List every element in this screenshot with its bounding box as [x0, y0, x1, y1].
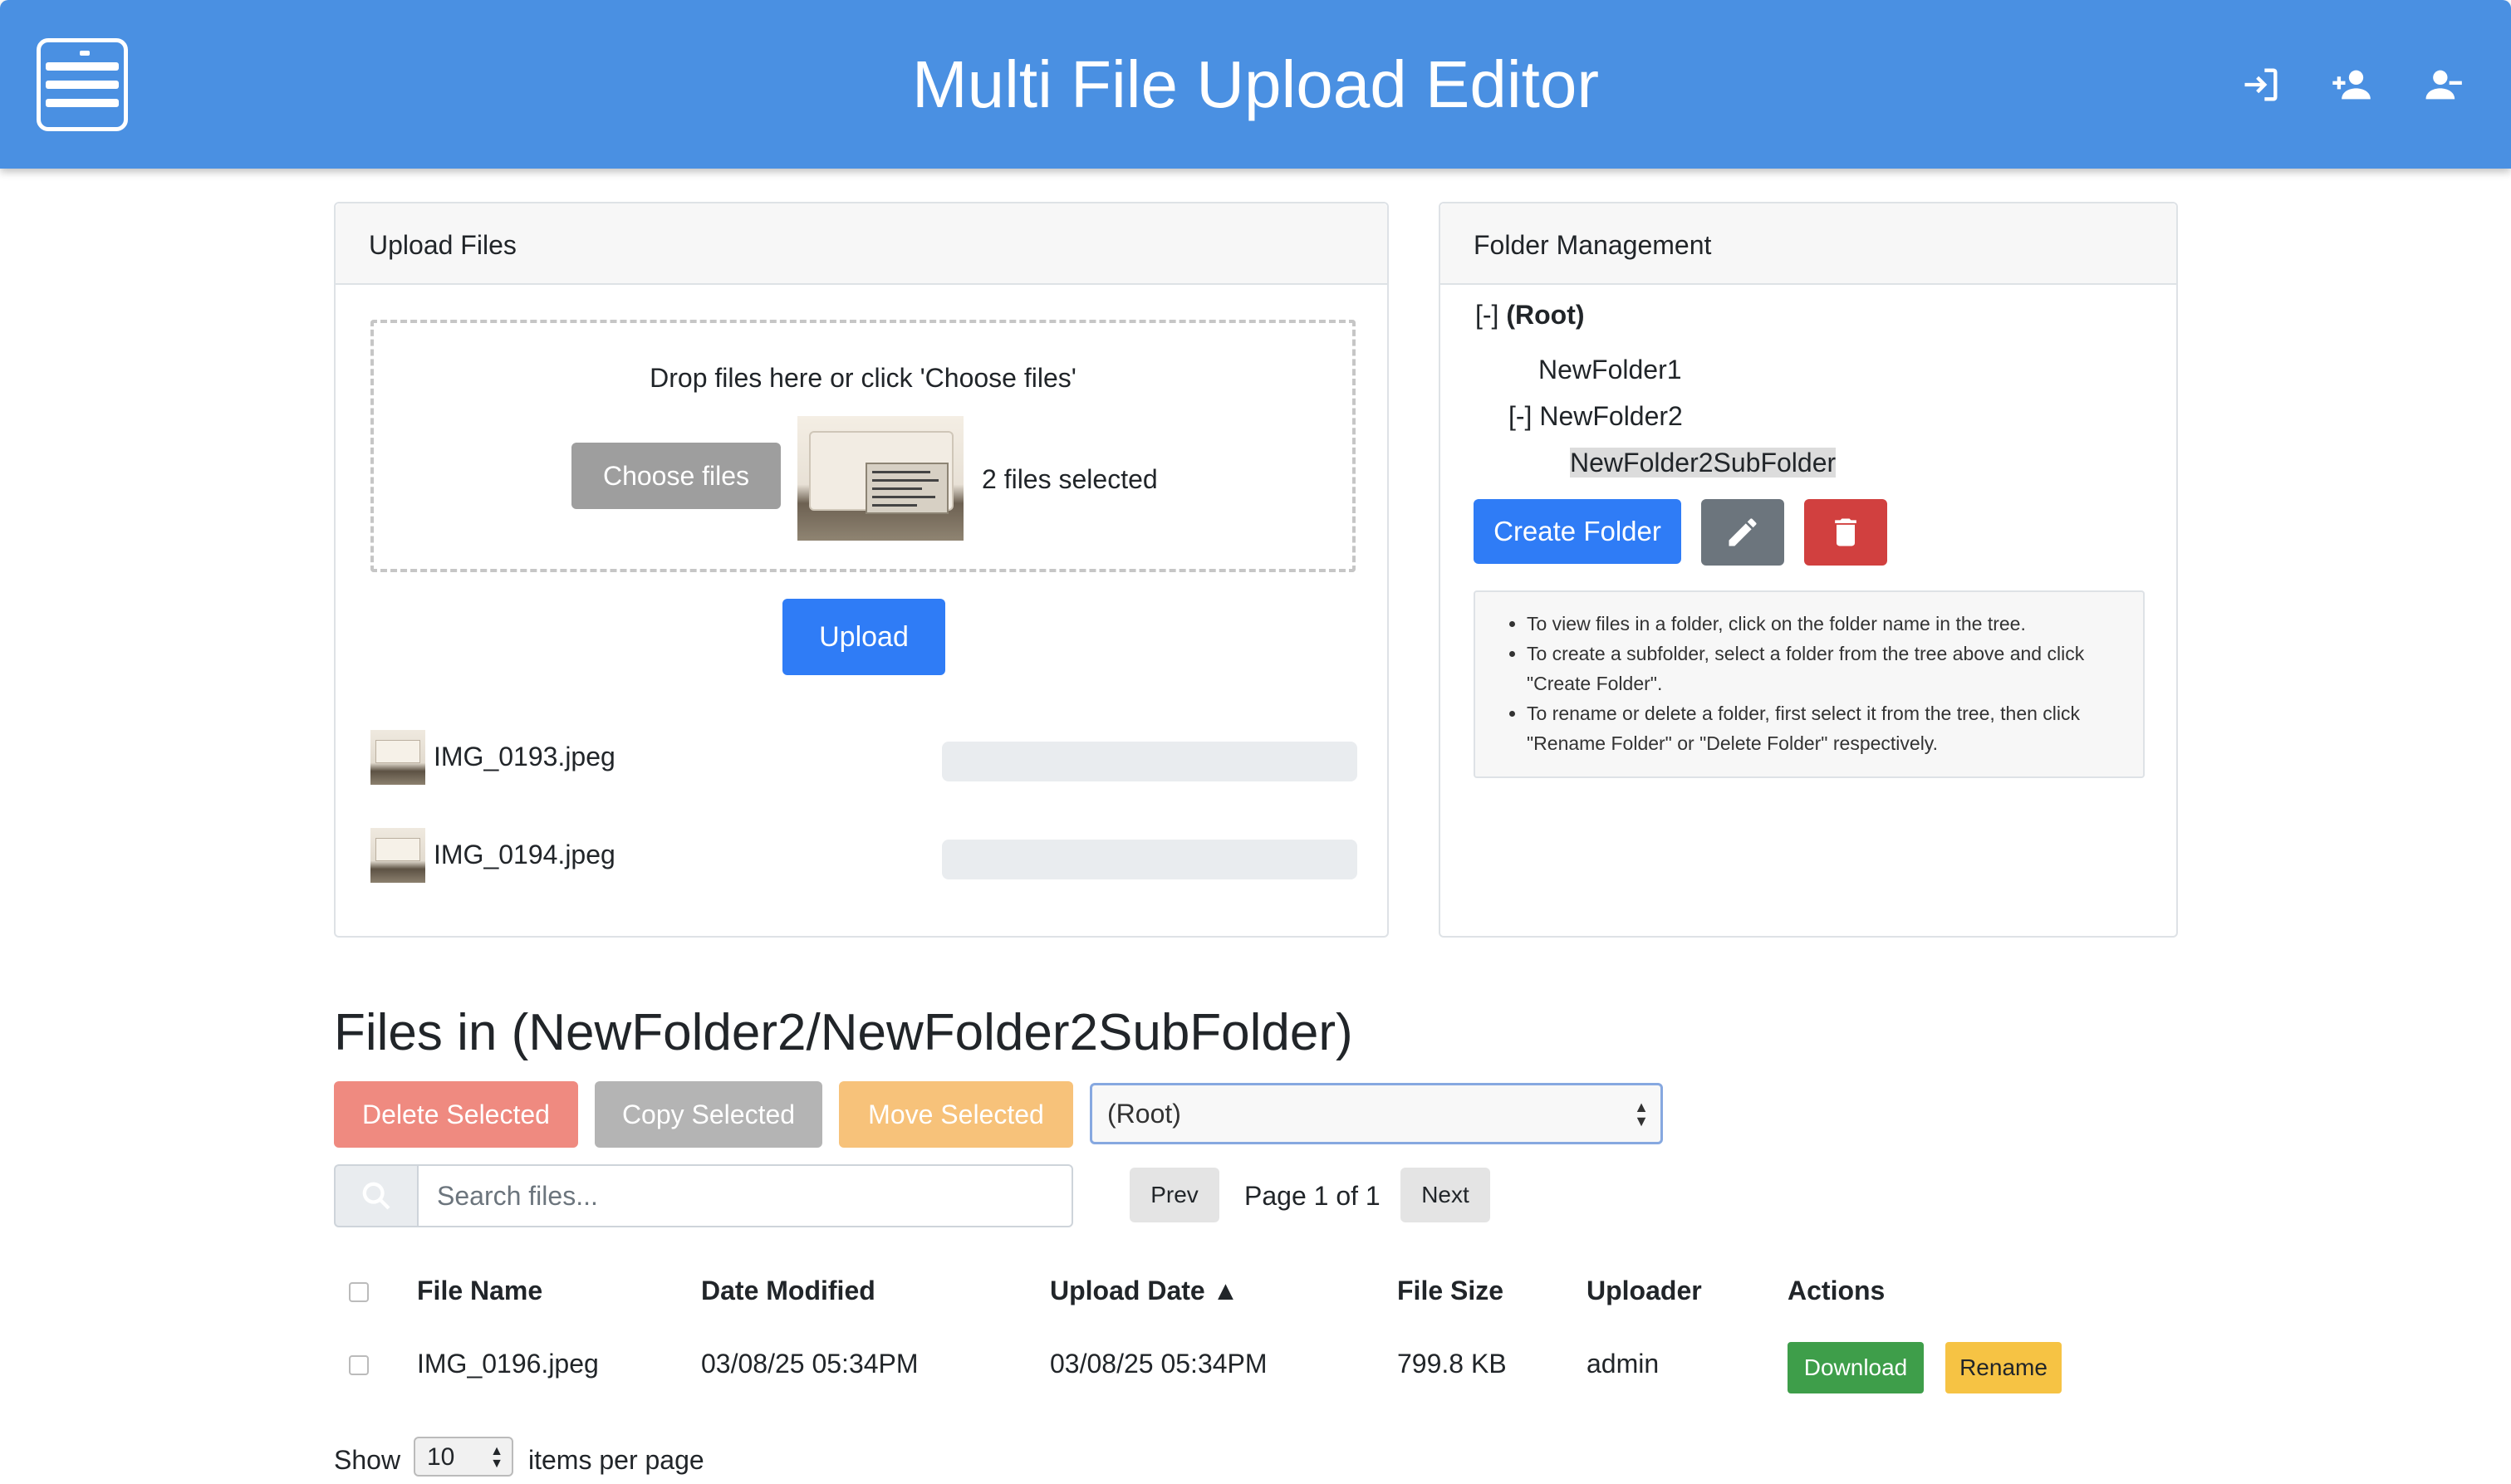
cell-file-size: 799.8 KB	[1397, 1349, 1507, 1379]
delete-selected-button[interactable]: Delete Selected	[334, 1081, 578, 1148]
per-page-select[interactable]: 10 ▲ ▼	[414, 1437, 513, 1477]
delete-folder-button[interactable]	[1804, 499, 1887, 566]
tree-toggle[interactable]: [-]	[1508, 401, 1532, 431]
tree-item-newfolder2subfolder[interactable]: NewFolder2SubFolder	[1570, 448, 1837, 478]
tree-item-newfolder1[interactable]: NewFolder1	[1538, 355, 1682, 385]
app-header: Multi File Upload Editor	[0, 0, 2511, 169]
rename-file-button[interactable]: Rename	[1945, 1342, 2062, 1393]
upload-file-name: IMG_0193.jpeg	[434, 742, 615, 771]
show-label: Show	[334, 1445, 401, 1475]
per-page-value: 10	[427, 1443, 455, 1471]
select-arrows-icon: ▲ ▼	[1634, 1099, 1649, 1129]
download-button[interactable]: Download	[1788, 1342, 1924, 1393]
rename-folder-button[interactable]	[1701, 499, 1784, 566]
column-header-actions: Actions	[1788, 1276, 1886, 1305]
search-input[interactable]	[417, 1164, 1073, 1227]
move-selected-button[interactable]: Move Selected	[839, 1081, 1073, 1148]
choose-files-button[interactable]: Choose files	[571, 443, 781, 509]
target-folder-value: (Root)	[1107, 1099, 1181, 1129]
tree-root-label[interactable]: (Root)	[1506, 300, 1584, 330]
folder-card: Folder Management [-] (Root) NewFolder1 …	[1439, 202, 2178, 938]
help-item: To rename or delete a folder, first sele…	[1527, 698, 2126, 758]
upload-card-title: Upload Files	[336, 203, 1387, 285]
tree-item-label[interactable]: NewFolder1	[1538, 355, 1682, 384]
column-header-uploader[interactable]: Uploader	[1587, 1276, 1702, 1306]
upload-button[interactable]: Upload	[782, 599, 945, 675]
tree-root[interactable]: [-] (Root)	[1475, 300, 1585, 331]
folder-card-title: Folder Management	[1440, 203, 2176, 285]
select-all-checkbox[interactable]	[349, 1282, 369, 1302]
files-selected-count: 2 files selected	[982, 464, 1158, 494]
prev-page-button[interactable]: Prev	[1130, 1168, 1219, 1222]
tree-toggle[interactable]: [-]	[1475, 300, 1498, 330]
file-thumbnail	[370, 828, 425, 883]
search-group	[334, 1164, 1073, 1227]
row-checkbox[interactable]	[349, 1355, 369, 1375]
cell-date-modified: 03/08/25 05:34PM	[701, 1349, 919, 1379]
selected-file-preview	[797, 416, 964, 541]
column-header-upload-date[interactable]: Upload Date ▲	[1050, 1276, 1238, 1306]
help-item: To view files in a folder, click on the …	[1527, 609, 2126, 639]
add-user-icon[interactable]	[2329, 63, 2372, 106]
tree-item-label[interactable]: NewFolder2	[1539, 401, 1683, 431]
drop-zone-text: Drop files here or click 'Choose files'	[650, 363, 1076, 393]
app-title: Multi File Upload Editor	[912, 47, 1599, 121]
remove-user-icon[interactable]	[2420, 63, 2464, 106]
login-icon[interactable]	[2239, 63, 2283, 106]
upload-progress-bar	[942, 742, 1357, 781]
trash-icon	[1835, 518, 1856, 546]
select-arrows-icon: ▲ ▼	[490, 1444, 503, 1471]
drop-zone[interactable]: Drop files here or click 'Choose files' …	[370, 320, 1356, 572]
cell-uploader: admin	[1587, 1349, 1660, 1379]
tree-item-newfolder2[interactable]: [-] NewFolder2	[1508, 401, 1683, 432]
column-header-file-name[interactable]: File Name	[417, 1276, 542, 1306]
copy-selected-button[interactable]: Copy Selected	[595, 1081, 822, 1148]
app-window: Multi File Upload Editor Upload Files Dr…	[0, 0, 2511, 1484]
pencil-icon	[1729, 518, 1757, 546]
create-folder-button[interactable]: Create Folder	[1474, 499, 1681, 564]
upload-progress-bar	[942, 840, 1357, 879]
per-page-suffix: items per page	[528, 1445, 704, 1475]
files-section-title: Files in (NewFolder2/NewFolder2SubFolder…	[334, 1004, 1353, 1061]
file-thumbnail	[370, 730, 425, 785]
upload-file-name: IMG_0194.jpeg	[434, 840, 615, 869]
upload-file-row: IMG_0194.jpeg	[370, 828, 1357, 883]
page-info: Page 1 of 1	[1244, 1181, 1381, 1211]
target-folder-select[interactable]: (Root) ▲ ▼	[1090, 1083, 1663, 1144]
upload-card: Upload Files Drop files here or click 'C…	[334, 202, 1389, 938]
search-icon	[334, 1164, 417, 1227]
folder-help-box: To view files in a folder, click on the …	[1474, 590, 2145, 778]
column-header-file-size[interactable]: File Size	[1397, 1276, 1503, 1306]
tree-item-label[interactable]: NewFolder2SubFolder	[1570, 448, 1837, 478]
cell-upload-date: 03/08/25 05:34PM	[1050, 1349, 1268, 1379]
cell-file-name: IMG_0196.jpeg	[417, 1349, 599, 1379]
next-page-button[interactable]: Next	[1400, 1168, 1490, 1222]
upload-file-row: IMG_0193.jpeg	[370, 730, 1357, 785]
column-header-date-modified[interactable]: Date Modified	[701, 1276, 875, 1306]
help-item: To create a subfolder, select a folder f…	[1527, 639, 2126, 698]
